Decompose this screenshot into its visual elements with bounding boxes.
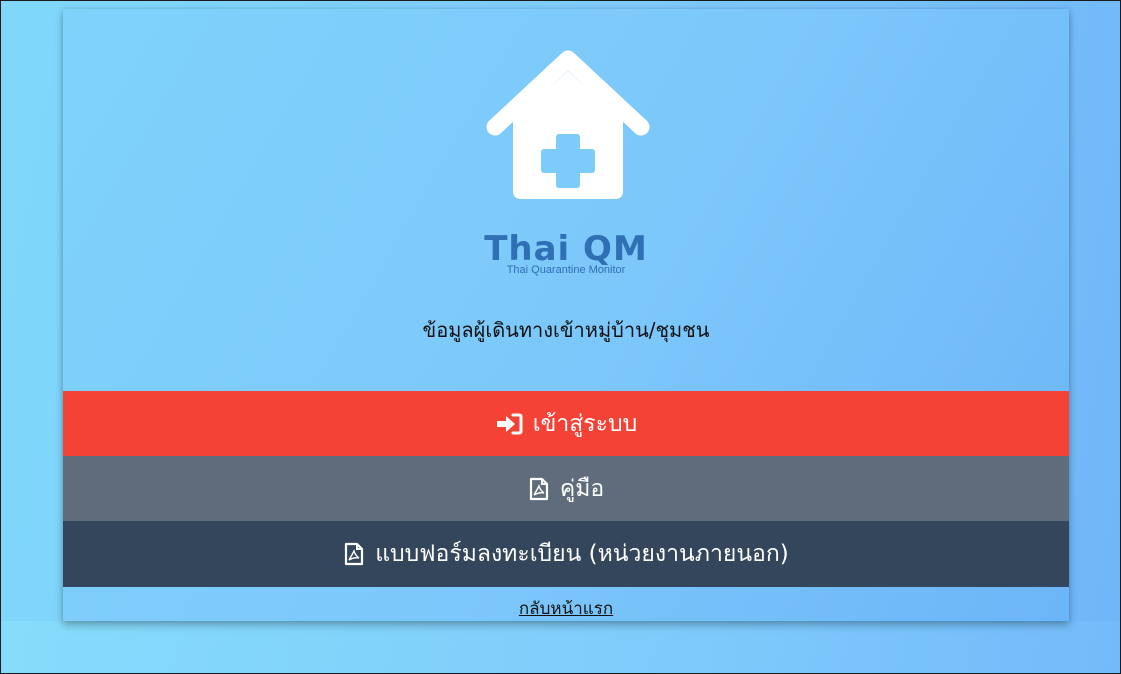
- brand-subtitle: Thai Quarantine Monitor: [506, 264, 626, 276]
- page-subtitle: ข้อมูลผู้เดินทางเข้าหมู่บ้าน/ชุมชน: [422, 318, 710, 342]
- sign-in-icon: [495, 413, 523, 435]
- brand-logo: Thai QM Thai Quarantine Monitor: [63, 231, 1069, 276]
- bottom-band: [1, 621, 1120, 673]
- login-button[interactable]: เข้าสู่ระบบ: [63, 391, 1069, 456]
- brand-title: Thai QM: [484, 229, 648, 269]
- page-background: Thai QM Thai Quarantine Monitor ข้อมูลผู…: [0, 0, 1121, 674]
- pdf-file-icon: [528, 477, 550, 501]
- pdf-file-icon: [343, 542, 365, 566]
- register-form-label: แบบฟอร์มลงทะเบียน (หน่วยงานภายนอก): [375, 541, 789, 567]
- login-card: Thai QM Thai Quarantine Monitor ข้อมูลผู…: [63, 9, 1069, 621]
- manual-button[interactable]: คู่มือ: [63, 456, 1069, 521]
- manual-label: คู่มือ: [559, 475, 605, 502]
- back-home-link[interactable]: กลับหน้าแรก: [63, 595, 1069, 622]
- register-form-button[interactable]: แบบฟอร์มลงทะเบียน (หน่วยงานภายนอก): [63, 521, 1069, 587]
- house-medical-icon: [473, 49, 663, 199]
- login-label: เข้าสู่ระบบ: [532, 410, 638, 437]
